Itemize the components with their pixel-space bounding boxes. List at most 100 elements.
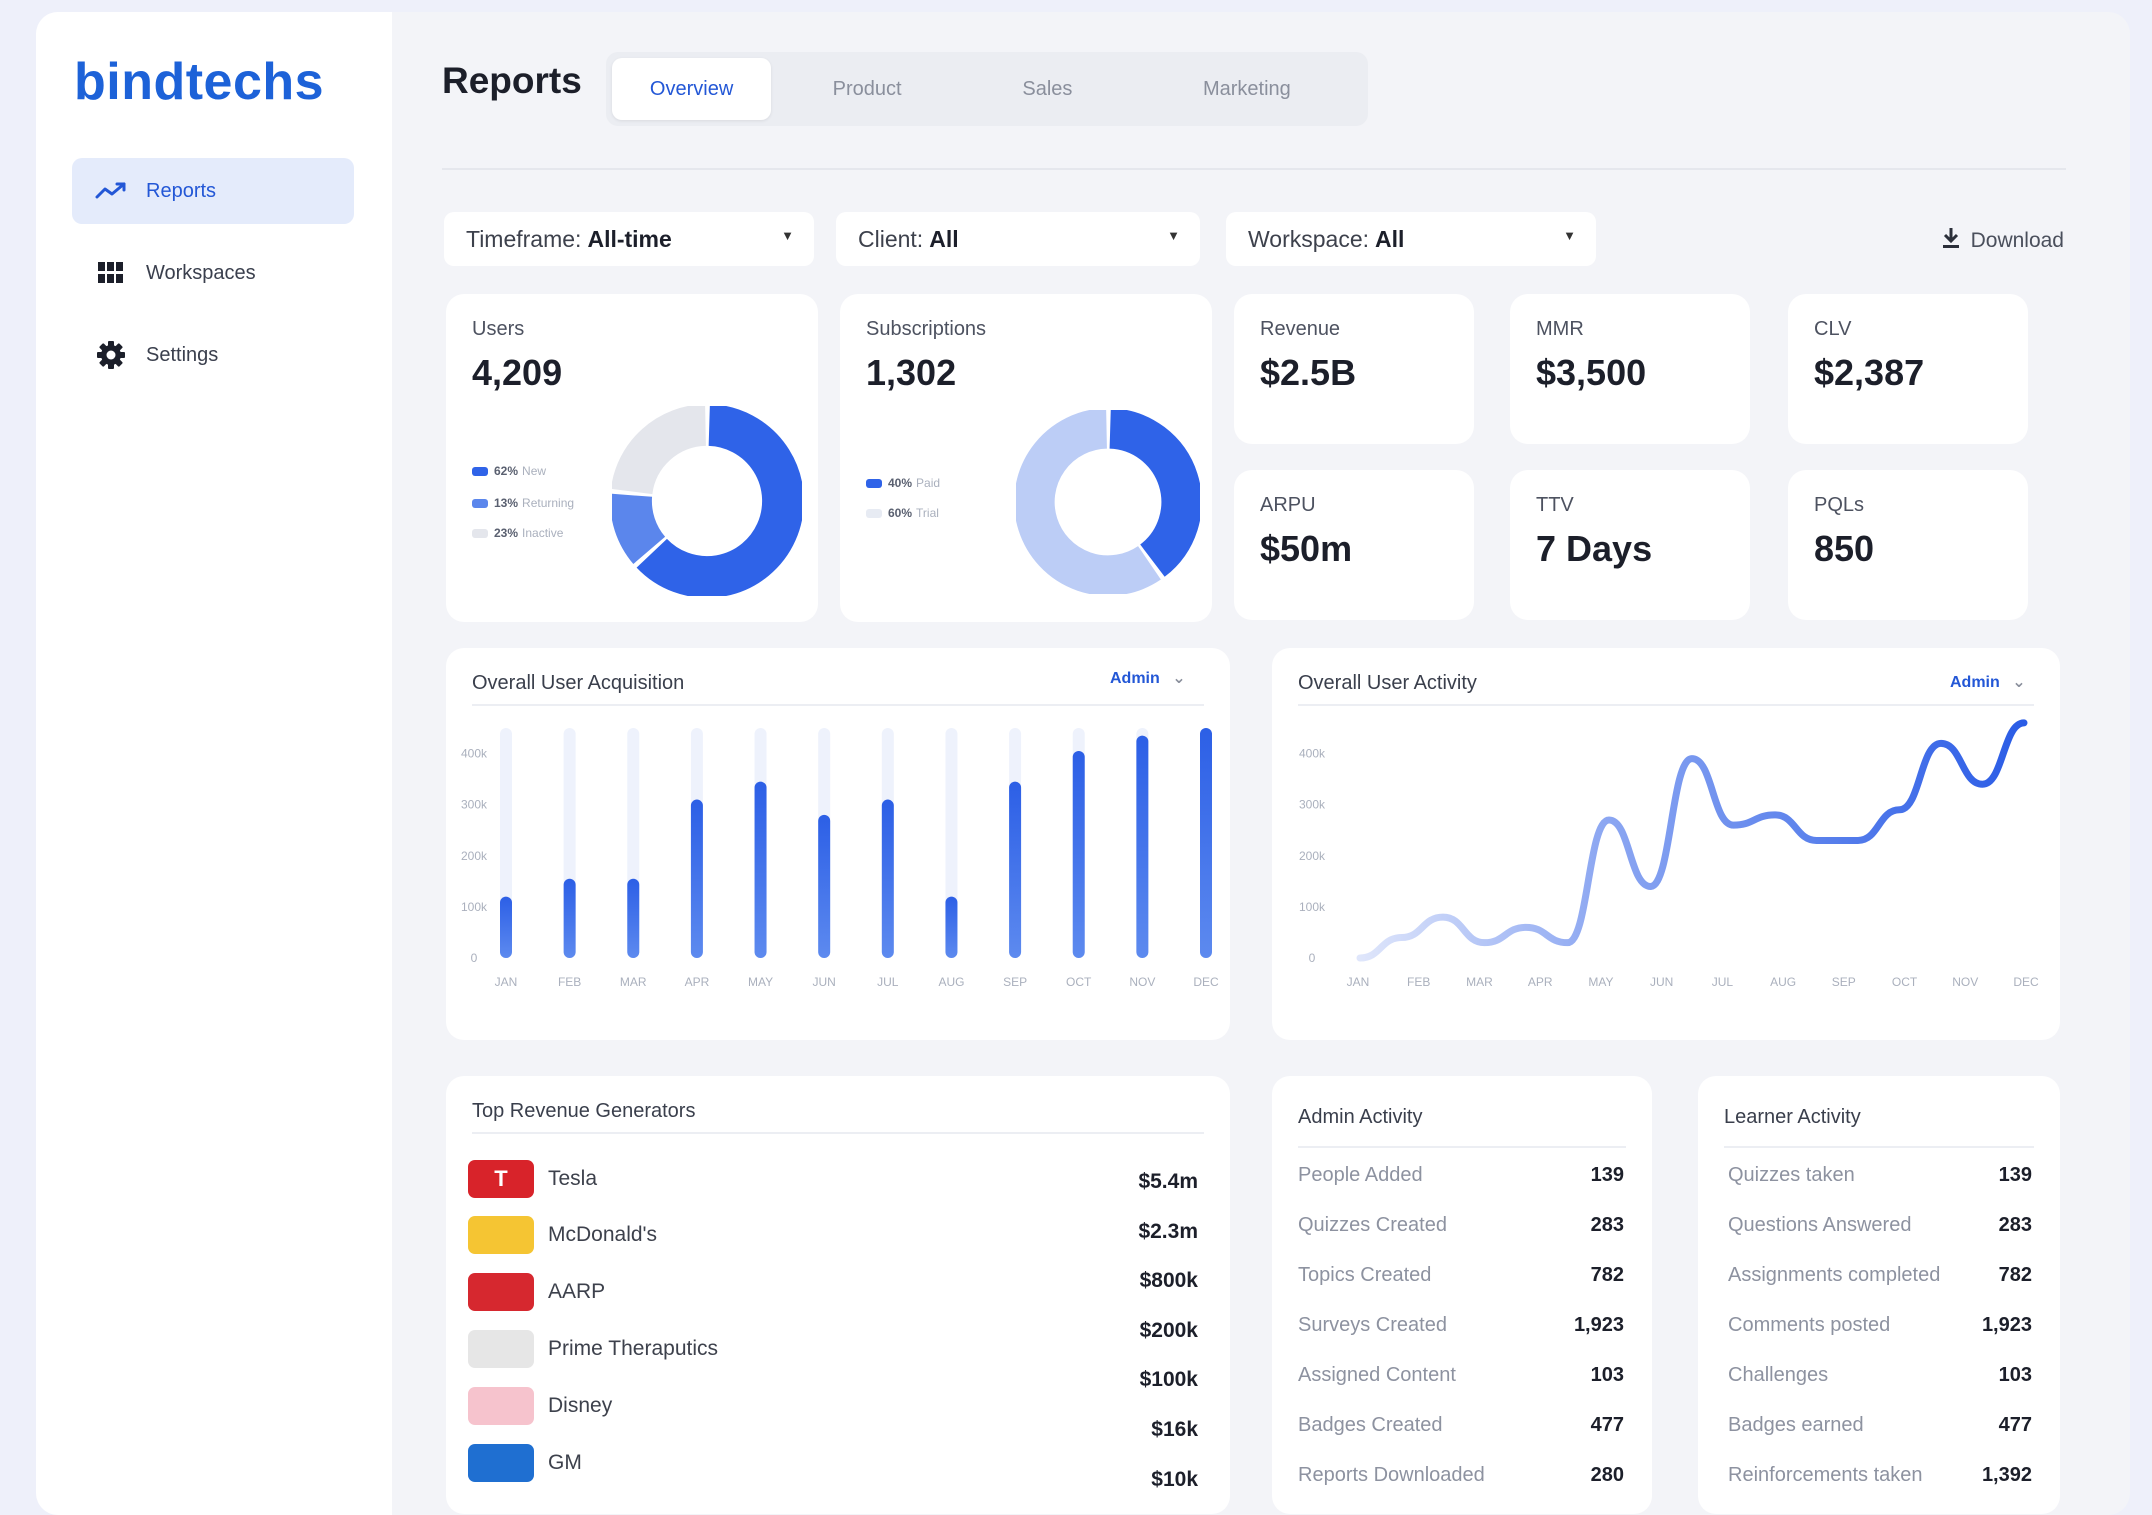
mmr-card: MMR $3,500 [1510,294,1750,444]
company-logo: T [468,1160,534,1198]
card-value: $50m [1260,528,1353,569]
bar [1072,751,1085,958]
panel-title: Learner Activity [1724,1106,1861,1128]
revenue-list-item: Disney [468,1387,612,1425]
x-tick-label: DEC [1193,975,1219,989]
user-activity-panel: Overall User Activity Admin ⌄ 400k 300k 20… [1272,648,2060,1040]
activity-row: Badges earned 477 [1698,1414,2060,1437]
company-logo [468,1387,534,1425]
y-tick-label: 0 [1309,951,1316,965]
card-label: TTV [1536,494,1574,516]
revenue-value: $5.4m [1138,1170,1198,1193]
caret-down-icon: ▼ [1563,228,1576,243]
tab-product[interactable]: Product [771,58,963,120]
card-value: 850 [1814,528,1875,569]
client-filter[interactable]: Client: All ▼ [836,212,1200,266]
x-tick-label: JAN [1347,975,1370,989]
activity-value: 280 [1590,1464,1624,1486]
subscriptions-donut-chart [1016,410,1200,594]
tab-marketing[interactable]: Marketing [1132,58,1362,120]
company-name: Prime Theraputics [548,1337,719,1360]
x-tick-label: FEB [1407,975,1430,989]
chevron-down-icon: ⌄ [2012,674,2026,691]
x-tick-label: APR [685,975,710,989]
activity-value: 1,923 [1573,1314,1624,1336]
activity-label: Assigned Content [1298,1364,1456,1386]
gear-icon [94,338,128,372]
workspace-filter[interactable]: Workspace: All ▼ [1226,212,1596,266]
caret-down-icon: ▼ [781,228,794,243]
bar [500,896,512,958]
activity-value: 103 [1590,1364,1624,1386]
activity-label: Assignments completed [1728,1264,1941,1286]
activity-row: People Added 139 [1272,1164,1652,1187]
activity-label: Badges Created [1298,1414,1443,1436]
panel-title: Admin Activity [1298,1106,1423,1128]
panel-divider [1298,1146,1626,1148]
activity-row: Reports Downloaded 280 [1272,1464,1652,1487]
admin-activity-panel: Admin Activity People Added 139 Quizzes Cr… [1272,1076,1652,1514]
subscriptions-slice [1108,410,1200,577]
revenue-value: $10k [1151,1468,1198,1491]
caret-down-icon: ▼ [1167,228,1180,243]
sidebar-item-reports[interactable]: Reports [72,158,354,224]
filter-label: Client: [858,225,924,252]
panel-divider [472,704,1204,706]
activity-row: Reinforcements taken 1,392 [1698,1464,2060,1487]
activity-label: Topics Created [1298,1264,1432,1286]
card-label: Subscriptions [866,318,987,340]
card-label: Revenue [1260,318,1341,340]
brand-logo: bindtechs [74,53,325,111]
activity-label: Reports Downloaded [1298,1464,1485,1486]
x-tick-label: MAR [1466,975,1493,989]
legend-item: 40% Paid [866,476,940,490]
bar [881,799,894,958]
activity-role-select[interactable]: Admin ⌄ [1950,672,2026,692]
sidebar-item-label: Reports [146,179,217,202]
activity-label: Badges earned [1728,1414,1864,1436]
select-value: Admin [1950,674,2000,691]
x-tick-label: AUG [1770,975,1796,989]
x-tick-label: NOV [1129,975,1155,989]
activity-value: 283 [1590,1214,1624,1236]
activity-value: 477 [1998,1414,2032,1436]
subscriptions-card: Subscriptions 1,302 40% Paid 60% Trial [840,294,1212,622]
activity-value: 283 [1998,1214,2032,1236]
download-button[interactable]: Download [1941,226,2064,256]
activity-value: 139 [1590,1164,1624,1186]
activity-row: Surveys Created 1,923 [1272,1314,1652,1337]
bar [690,799,703,958]
x-tick-label: MAR [620,975,647,989]
bar [1009,781,1022,958]
revenue-value: $100k [1139,1368,1198,1391]
sidebar-item-workspaces[interactable]: Workspaces [72,240,354,306]
timeframe-filter[interactable]: Timeframe: All-time ▼ [444,212,814,266]
bar [754,781,767,958]
company-logo [468,1273,534,1311]
activity-label: Quizzes Created [1298,1214,1447,1236]
activity-value: 782 [1998,1264,2032,1286]
revenue-list-item: AARP [468,1273,605,1311]
activity-row: Quizzes taken 139 [1698,1164,2060,1187]
activity-line-chart: 400k 300k 200k 100k 0 JAN FEB MAR APR MAY JUN JUL AU… [1299,719,2039,989]
acquisition-role-select[interactable]: Admin ⌄ [1110,668,1186,688]
revenue-list-item: Prime Theraputics [468,1330,718,1368]
card-value: 1,302 [866,352,957,393]
bar [1200,728,1212,958]
activity-row: Quizzes Created 283 [1272,1214,1652,1237]
company-logo [468,1216,534,1254]
y-tick-label: 300k [1299,798,1326,812]
tab-overview[interactable]: Overview [612,58,772,120]
chevron-down-icon: ⌄ [1172,670,1186,687]
tab-bar: Overview Product Sales Marketing [606,52,1368,126]
card-label: CLV [1814,318,1852,340]
header-divider [442,168,2066,170]
panel-divider [1298,704,2034,706]
filter-value: All-time [587,225,672,252]
sidebar-item-settings[interactable]: Settings [72,322,354,388]
tab-sales[interactable]: Sales [963,58,1132,120]
bar [1136,735,1149,958]
company-name: GM [548,1451,582,1474]
panel-divider [1724,1146,2034,1148]
y-tick-label: 0 [471,951,478,965]
